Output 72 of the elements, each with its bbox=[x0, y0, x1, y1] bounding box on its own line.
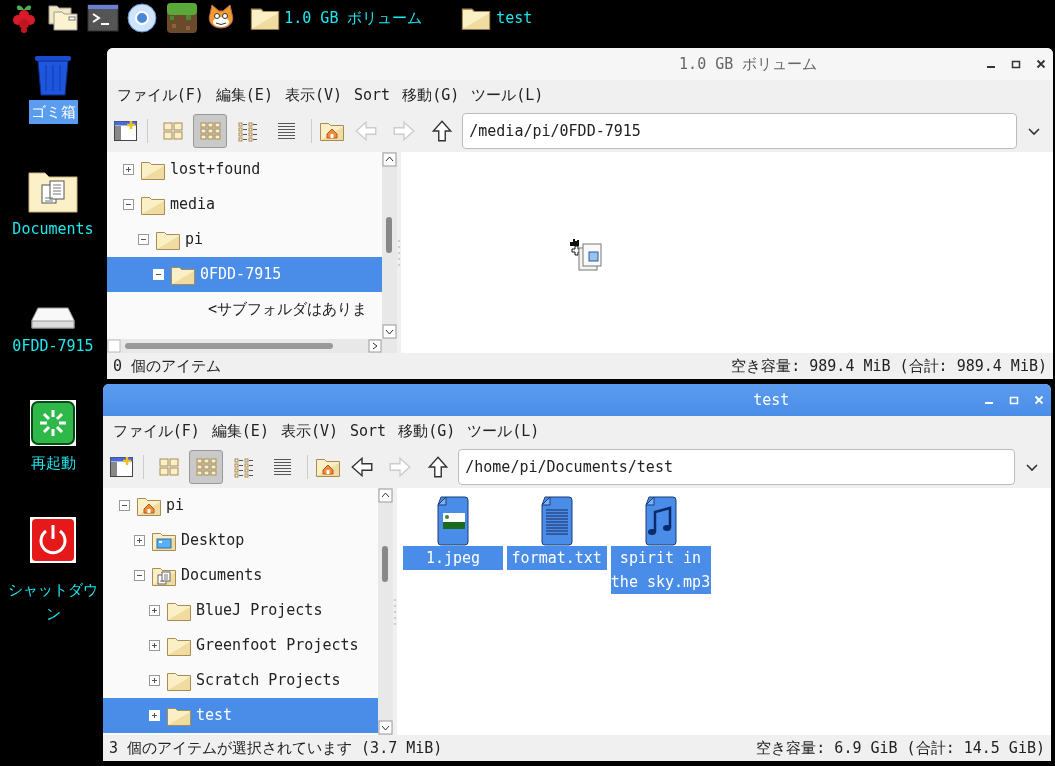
maximize-icon[interactable] bbox=[1010, 59, 1021, 69]
tree-row[interactable]: BlueJ Projects bbox=[103, 593, 378, 628]
view-mode-icon bbox=[237, 120, 259, 142]
power-icon[interactable] bbox=[29, 516, 77, 564]
desktop-icon-label[interactable]: 再起動 bbox=[28, 451, 78, 475]
tree-row[interactable]: pi bbox=[107, 222, 382, 257]
taskbar-button[interactable]: test bbox=[456, 5, 537, 31]
home-folder-icon[interactable] bbox=[319, 120, 346, 142]
drag-copy-cursor-icon bbox=[569, 236, 605, 274]
expand-icon[interactable] bbox=[134, 535, 145, 546]
free-space-text: 空き容量: 989.4 MiB (合計: 989.4 MiB) bbox=[731, 355, 1047, 377]
expand-icon[interactable] bbox=[149, 640, 160, 651]
tree-note: <サブフォルダはありま bbox=[208, 299, 368, 321]
menu-item[interactable]: ツール(L) bbox=[465, 83, 550, 107]
new-window-icon[interactable] bbox=[113, 120, 139, 142]
free-space-text: 空き容量: 6.9 GiB (合計: 14.5 GiB) bbox=[756, 737, 1045, 759]
view-mode-icon bbox=[199, 120, 222, 142]
expand-icon[interactable] bbox=[123, 164, 134, 175]
menu-item[interactable]: ファイル(F) bbox=[106, 419, 206, 443]
menu-item[interactable]: Sort bbox=[348, 83, 397, 107]
menu-item[interactable]: 移動(G) bbox=[396, 83, 466, 107]
window-title: test bbox=[752, 389, 791, 411]
menu-item[interactable]: 表示(V) bbox=[274, 419, 345, 443]
tree-row[interactable]: pi bbox=[103, 488, 378, 523]
collapse-icon[interactable] bbox=[119, 500, 130, 511]
status-text: 0 個のアイテム bbox=[113, 355, 222, 377]
status-text: 3 個のアイテムが選択されています (3.7 MiB) bbox=[109, 737, 443, 759]
menu-item[interactable]: 編集(E) bbox=[205, 419, 275, 443]
folder-icon bbox=[460, 5, 493, 31]
path-field[interactable]: /home/pi/Documents/test bbox=[458, 449, 1016, 485]
taskbar-button[interactable]: 1.0 GB ボリューム bbox=[244, 5, 427, 31]
tree-row[interactable]: Greenfoot Projects bbox=[103, 628, 378, 663]
terminal-icon[interactable] bbox=[86, 2, 119, 34]
desktop-icon-label[interactable]: シャットダウン bbox=[0, 578, 106, 626]
folder-icon bbox=[248, 5, 281, 31]
tree-row[interactable]: <サブフォルダはありま bbox=[107, 292, 382, 327]
menu-item[interactable]: 移動(G) bbox=[392, 419, 462, 443]
path-field[interactable]: /media/pi/0FDD-7915 bbox=[462, 113, 1018, 149]
menu-item[interactable]: Sort bbox=[344, 419, 393, 443]
tree-row[interactable]: Documents bbox=[103, 558, 378, 593]
home-folder-icon[interactable] bbox=[315, 456, 342, 478]
new-window-icon[interactable] bbox=[109, 456, 135, 478]
desktop-icon-label[interactable]: Documents bbox=[10, 217, 96, 241]
folders-icon[interactable] bbox=[47, 2, 79, 34]
view-mode-icon bbox=[195, 456, 218, 478]
collapse-icon[interactable] bbox=[123, 199, 134, 210]
tree-row[interactable]: media bbox=[107, 187, 382, 222]
tree-row[interactable]: lost+found bbox=[107, 152, 382, 187]
tree-row[interactable]: Scratch Projects bbox=[103, 663, 378, 698]
documents-folder-icon[interactable] bbox=[28, 169, 78, 213]
grass-block-icon[interactable] bbox=[165, 2, 198, 34]
collapse-icon[interactable] bbox=[138, 234, 149, 245]
expand-icon[interactable] bbox=[149, 675, 160, 686]
view-mode-icon bbox=[157, 456, 180, 478]
tree-row[interactable]: Desktop bbox=[103, 523, 378, 558]
collapse-icon[interactable] bbox=[134, 570, 145, 581]
expand-icon[interactable] bbox=[149, 605, 160, 616]
close-icon[interactable] bbox=[1035, 59, 1046, 69]
window-title: 1.0 GB ボリューム bbox=[678, 53, 819, 75]
view-mode-icon bbox=[233, 456, 255, 478]
vertical-scrollbar[interactable] bbox=[382, 152, 397, 339]
vertical-scrollbar[interactable] bbox=[378, 488, 393, 735]
menu-item[interactable]: ツール(L) bbox=[461, 419, 546, 443]
desktop-icon-label[interactable]: 0FDD-7915 bbox=[10, 334, 96, 358]
horizontal-scrollbar[interactable] bbox=[107, 339, 397, 353]
menu-item[interactable]: 編集(E) bbox=[209, 83, 279, 107]
drive-icon[interactable] bbox=[30, 306, 76, 330]
menu-item[interactable]: 表示(V) bbox=[278, 83, 349, 107]
restart-icon[interactable] bbox=[29, 399, 77, 447]
menu-item[interactable]: ファイル(F) bbox=[110, 83, 210, 107]
view-mode-icon bbox=[161, 120, 184, 142]
browser-icon[interactable] bbox=[126, 2, 158, 34]
